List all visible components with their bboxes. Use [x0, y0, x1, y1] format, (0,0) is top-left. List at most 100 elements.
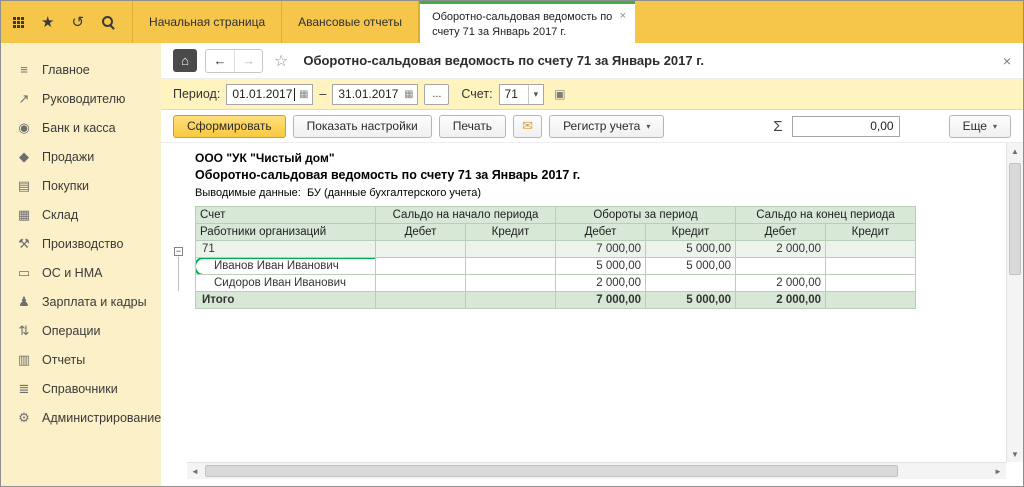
- forward-button[interactable]: →: [234, 49, 262, 72]
- col-header-debit: Дебет: [375, 223, 466, 241]
- tab-home-page[interactable]: Начальная страница: [132, 1, 281, 43]
- vertical-scroll-thumb[interactable]: [1009, 163, 1021, 275]
- sidebar-item[interactable]: ⚙ Администрирование: [1, 403, 161, 432]
- row-name[interactable]: 71: [195, 240, 376, 258]
- generate-button[interactable]: Сформировать: [173, 114, 286, 138]
- cell[interactable]: [825, 291, 916, 309]
- send-mail-button[interactable]: ✉: [513, 114, 543, 138]
- cell[interactable]: [465, 291, 556, 309]
- sidebar-item[interactable]: ≣ Справочники: [1, 374, 161, 403]
- cell[interactable]: [825, 240, 916, 258]
- scroll-down-icon[interactable]: ▼: [1007, 446, 1023, 462]
- cell[interactable]: [375, 291, 466, 309]
- cell[interactable]: [825, 257, 916, 275]
- show-settings-button[interactable]: Показать настройки: [292, 114, 432, 138]
- sidebar-item-icon: ▤: [17, 177, 31, 193]
- app-window: ★ ↺ Начальная страница Авансовые отчеты …: [0, 0, 1024, 487]
- row-name[interactable]: Итого: [195, 291, 376, 309]
- sidebar-item[interactable]: ≡ Главное: [1, 55, 161, 84]
- cell[interactable]: 2 000,00: [735, 291, 826, 309]
- horizontal-scroll-thumb[interactable]: [205, 465, 898, 477]
- table-row-total[interactable]: Итого 7 000,00 5 000,00 2 000,00: [195, 291, 916, 309]
- back-button[interactable]: ←: [206, 50, 234, 72]
- sidebar-item[interactable]: ⚒ Производство: [1, 229, 161, 258]
- cell[interactable]: 5 000,00: [645, 240, 736, 258]
- sidebar-item-label: Справочники: [42, 381, 118, 396]
- print-button[interactable]: Печать: [438, 114, 507, 138]
- sidebar-item[interactable]: ◆ Продажи: [1, 142, 161, 171]
- sidebar-item[interactable]: ◉ Банк и касса: [1, 113, 161, 142]
- date-from-input[interactable]: 01.01.2017 ▦: [226, 83, 314, 105]
- scroll-right-icon[interactable]: ►: [990, 463, 1006, 479]
- open-account-form-icon[interactable]: ▣: [550, 84, 570, 105]
- account-dropdown-icon[interactable]: ▾: [527, 84, 543, 104]
- row-name[interactable]: Иванов Иван Иванович: [195, 257, 376, 275]
- more-label: Еще: [962, 119, 987, 133]
- account-value: 71: [504, 87, 518, 101]
- report-document: ООО "УК "Чистый дом" Оборотно-сальдовая …: [161, 143, 1006, 462]
- register-button[interactable]: Регистр учета ▾: [549, 114, 665, 138]
- sidebar-item[interactable]: ↗ Руководителю: [1, 84, 161, 113]
- report-data-note: Выводимые данные: БУ (данные бухгалтерск…: [195, 187, 1006, 199]
- sidebar-item-icon: ≡: [20, 62, 28, 77]
- tab-turnover-balance-sheet[interactable]: Оборотно-сальдовая ведомость по счету 71…: [419, 1, 636, 43]
- tab-advance-reports[interactable]: Авансовые отчеты: [281, 1, 420, 43]
- cell[interactable]: 5 000,00: [645, 257, 736, 275]
- table-row-account-71[interactable]: 71 7 000,00 5 000,00 2 000,00: [195, 240, 916, 258]
- cell[interactable]: [465, 240, 556, 258]
- vertical-scrollbar[interactable]: ▲ ▼: [1006, 143, 1023, 462]
- apps-grid-icon[interactable]: [13, 16, 24, 28]
- calendar-icon[interactable]: ▦: [295, 85, 312, 104]
- report-data-note-label: Выводимые данные:: [195, 187, 301, 199]
- table-row-sidorov[interactable]: Сидоров Иван Иванович 2 000,00 2 000,00: [195, 274, 916, 292]
- table-row-ivanov[interactable]: Иванов Иван Иванович 5 000,00 5 000,00: [195, 257, 916, 275]
- sidebar-item[interactable]: ▤ Покупки: [1, 171, 161, 200]
- account-label: Счет:: [461, 87, 493, 101]
- tab-close-icon[interactable]: ×: [620, 7, 626, 22]
- scroll-left-icon[interactable]: ◄: [187, 463, 203, 479]
- cell[interactable]: [645, 274, 736, 292]
- search-icon[interactable]: [101, 15, 116, 30]
- cell[interactable]: 2 000,00: [735, 240, 826, 258]
- cell[interactable]: [465, 274, 556, 292]
- cell[interactable]: 2 000,00: [555, 274, 646, 292]
- col-header-account: Счет: [195, 206, 376, 224]
- period-picker-button[interactable]: ...: [424, 83, 450, 105]
- cell[interactable]: [825, 274, 916, 292]
- collapse-expander-icon[interactable]: −: [174, 247, 183, 256]
- sidebar: ≡ Главное ↗ Руководителю ◉ Банк и касса …: [1, 43, 161, 486]
- cell[interactable]: [375, 240, 466, 258]
- cell[interactable]: 5 000,00: [645, 291, 736, 309]
- sidebar-item[interactable]: ♟ Зарплата и кадры: [1, 287, 161, 316]
- more-button[interactable]: Еще ▾: [948, 114, 1011, 138]
- cell[interactable]: 5 000,00: [555, 257, 646, 275]
- sidebar-item[interactable]: ⇅ Операции: [1, 316, 161, 345]
- cell[interactable]: [375, 274, 466, 292]
- sidebar-item-label: Операции: [42, 323, 101, 338]
- account-input[interactable]: 71 ▾: [498, 83, 544, 105]
- col-header-credit: Кредит: [465, 223, 556, 241]
- calendar-icon[interactable]: ▦: [400, 85, 417, 104]
- cell[interactable]: 7 000,00: [555, 291, 646, 309]
- row-name[interactable]: Сидоров Иван Иванович: [195, 274, 376, 292]
- cell[interactable]: 7 000,00: [555, 240, 646, 258]
- home-button[interactable]: ⌂: [173, 49, 197, 72]
- add-to-favorites-icon[interactable]: ☆: [274, 51, 288, 71]
- date-to-input[interactable]: 31.01.2017 ▦: [332, 83, 419, 105]
- autosum-field[interactable]: 0,00: [791, 115, 900, 137]
- cell[interactable]: 2 000,00: [735, 274, 826, 292]
- sidebar-item[interactable]: ▥ Отчеты: [1, 345, 161, 374]
- sidebar-item-label: Зарплата и кадры: [42, 294, 147, 309]
- horizontal-scrollbar[interactable]: ◄ ►: [187, 462, 1006, 479]
- favorites-star-icon[interactable]: ★: [41, 15, 54, 30]
- cell[interactable]: [465, 257, 556, 275]
- scroll-up-icon[interactable]: ▲: [1007, 143, 1023, 159]
- close-form-icon[interactable]: ×: [1003, 53, 1011, 69]
- chevron-down-icon: ▾: [992, 121, 997, 131]
- sidebar-item[interactable]: ▦ Склад: [1, 200, 161, 229]
- cell[interactable]: [735, 257, 826, 275]
- sidebar-item[interactable]: ▭ ОС и НМА: [1, 258, 161, 287]
- col-group-closing-balance: Сальдо на конец периода: [735, 206, 916, 224]
- cell[interactable]: [375, 257, 466, 275]
- history-icon[interactable]: ↺: [71, 15, 84, 30]
